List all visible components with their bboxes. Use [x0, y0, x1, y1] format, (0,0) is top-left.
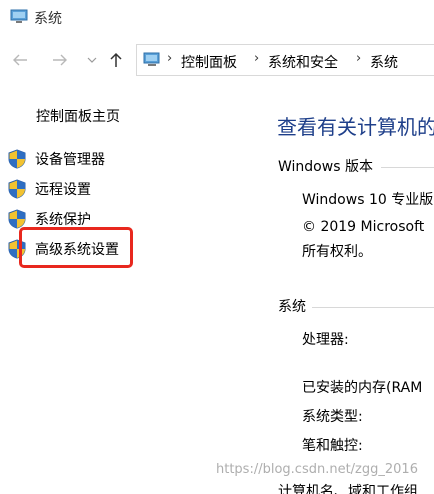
control-panel-home-link[interactable]: 控制面板主页 — [36, 106, 120, 126]
breadcrumb-control-panel[interactable]: 控制面板 — [181, 52, 237, 72]
windows-edition-heading: Windows 版本 — [278, 159, 373, 175]
section-divider — [381, 167, 434, 168]
arrow-right-icon — [53, 54, 67, 66]
sidebar-item-remote-settings[interactable]: 远程设置 — [8, 177, 208, 201]
back-button[interactable] — [8, 48, 32, 72]
forward-button[interactable] — [48, 48, 72, 72]
breadcrumb-separator: › — [254, 51, 260, 66]
breadcrumb-separator: › — [356, 51, 362, 66]
system-window: 系统 › 控制面板 › 系统和安全 › 系统 控制面板主页 设备管理器 远程设置… — [0, 0, 434, 494]
watermark: https://blog.csdn.net/zgg_2016 — [216, 462, 418, 477]
section-divider — [312, 307, 434, 308]
rights-text: 所有权利。 — [302, 244, 372, 260]
pen-touch-label: 笔和触控: — [302, 438, 363, 454]
sidebar-item-label: 设备管理器 — [35, 152, 105, 168]
breadcrumb-system-security[interactable]: 系统和安全 — [268, 52, 338, 72]
system-heading: 系统 — [278, 299, 306, 315]
title-bar: 系统 — [0, 0, 434, 34]
highlight-annotation-box — [19, 227, 133, 268]
control-panel-icon — [143, 52, 160, 66]
processor-label: 处理器: — [302, 332, 349, 348]
system-type-label: 系统类型: — [302, 409, 363, 425]
uac-shield-icon — [8, 179, 26, 199]
up-button[interactable] — [104, 48, 128, 72]
uac-shield-icon — [8, 149, 26, 169]
copyright-text: © 2019 Microsoft — [302, 219, 425, 235]
system-window-icon — [10, 9, 28, 23]
sidebar-item-label: 远程设置 — [35, 182, 91, 198]
windows-edition-value: Windows 10 专业版 — [302, 192, 434, 208]
arrow-left-icon — [13, 54, 27, 66]
sidebar-item-label: 系统保护 — [35, 212, 91, 228]
sidebar-item-device-manager[interactable]: 设备管理器 — [8, 147, 208, 171]
breadcrumb-separator: › — [167, 51, 173, 66]
recent-locations-button[interactable] — [80, 48, 104, 72]
computer-name-heading: 计算机名、域和工作组 — [278, 484, 418, 494]
breadcrumb-system[interactable]: 系统 — [370, 52, 398, 72]
installed-ram-label: 已安装的内存(RAM — [302, 380, 423, 396]
uac-shield-icon — [8, 209, 26, 229]
arrow-up-icon — [110, 52, 122, 67]
navigation-bar: › 控制面板 › 系统和安全 › 系统 — [0, 38, 434, 82]
address-bar[interactable]: › 控制面板 › 系统和安全 › 系统 — [136, 44, 434, 76]
window-title: 系统 — [34, 11, 62, 27]
chevron-down-icon — [87, 57, 97, 63]
page-title: 查看有关计算机的 — [277, 115, 434, 139]
